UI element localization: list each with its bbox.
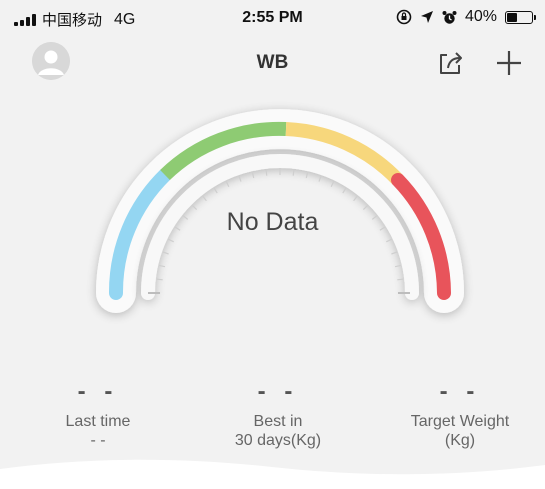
gauge-tick [225,181,230,187]
gauge-tick [158,264,166,268]
status-bar: 中国移动 4G 2:55 PM 40% [0,0,545,38]
stat-last-time[interactable]: - - Last time - - [8,378,188,450]
location-arrow-icon [420,11,433,23]
bottom-card-edge [0,459,545,489]
gauge-tick [353,195,358,202]
gauge-tick [292,169,295,176]
gauge-tick [265,169,268,176]
gauge-tick [238,175,242,182]
gauge-tick [168,238,174,243]
stat-sub: - - [90,432,106,449]
gauge-tick [386,238,392,243]
gauge-tick [342,187,347,194]
stat-label: Best in [253,413,303,430]
stat-label: Last time [65,413,131,430]
plus-icon[interactable] [494,48,524,78]
gauge-tick [202,195,207,202]
stat-value: - - [77,378,119,405]
battery-percent: 40% [464,8,497,25]
orientation-lock-icon [396,9,412,25]
stat-sub: 30 days(Kg) [234,432,322,449]
alarm-icon [442,10,457,24]
gauge-tick [213,187,218,194]
nav-bar: WB [0,38,545,88]
gauge-status-text: No Data [226,208,319,236]
stat-sub: (Kg) [444,432,476,449]
gauge-tick [305,171,309,179]
stats-row: - - Last time - - - - Best in 30 days(Kg… [0,378,545,458]
stat-value: - - [439,378,481,405]
gauge-tick [330,181,335,187]
gauge-tick [318,175,322,182]
gauge-tick [391,251,398,255]
share-icon[interactable] [436,49,464,77]
gauge-tick [162,251,169,255]
gauge-tick [156,278,163,281]
stat-best-30-days[interactable]: - - Best in 30 days(Kg) [188,378,368,450]
gauge-tick [251,171,255,179]
gauge-tick [397,278,404,281]
status-right: 40% [396,8,536,26]
battery-icon [505,10,536,24]
stat-value: - - [257,378,299,405]
gauge-tick [394,264,402,268]
stat-target-weight[interactable]: - - Target Weight (Kg) [370,378,545,450]
stat-label: Target Weight [410,413,510,430]
